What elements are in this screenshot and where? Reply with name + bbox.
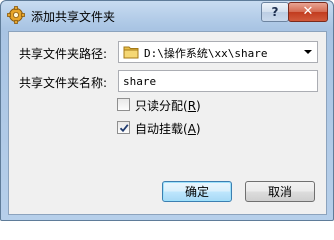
- automount-checkbox[interactable]: [117, 121, 130, 134]
- path-label: 共享文件夹路径:: [19, 47, 108, 61]
- folder-icon: [123, 45, 139, 59]
- name-label: 共享文件夹名称:: [19, 76, 108, 90]
- folder-path-value: D:\操作系统\xx\share: [144, 47, 268, 60]
- chevron-down-icon[interactable]: [304, 50, 312, 54]
- ok-button[interactable]: 确定: [162, 181, 232, 202]
- folder-name-input[interactable]: [118, 70, 318, 92]
- dialog-body: 共享文件夹路径: D:\操作系统\xx\share 共享文件夹名称: 只读分配(…: [8, 31, 327, 215]
- folder-path-combobox[interactable]: D:\操作系统\xx\share: [118, 41, 318, 63]
- title-bar[interactable]: 添加共享文件夹 ? ✕: [1, 1, 333, 31]
- help-button[interactable]: ?: [261, 2, 289, 22]
- close-button[interactable]: ✕: [288, 2, 328, 22]
- automount-label: 自动挂载(A): [135, 122, 201, 136]
- gear-icon: [7, 6, 25, 24]
- readonly-checkbox[interactable]: [117, 98, 130, 111]
- close-icon: ✕: [302, 4, 314, 19]
- cancel-button[interactable]: 取消: [245, 181, 315, 202]
- window-title: 添加共享文件夹: [31, 10, 116, 24]
- checkmark-icon: [119, 122, 129, 133]
- readonly-label: 只读分配(R): [135, 99, 201, 113]
- dialog-window: 添加共享文件夹 ? ✕ 共享文件夹路径: D:\操作系统\xx\share 共享…: [0, 0, 334, 221]
